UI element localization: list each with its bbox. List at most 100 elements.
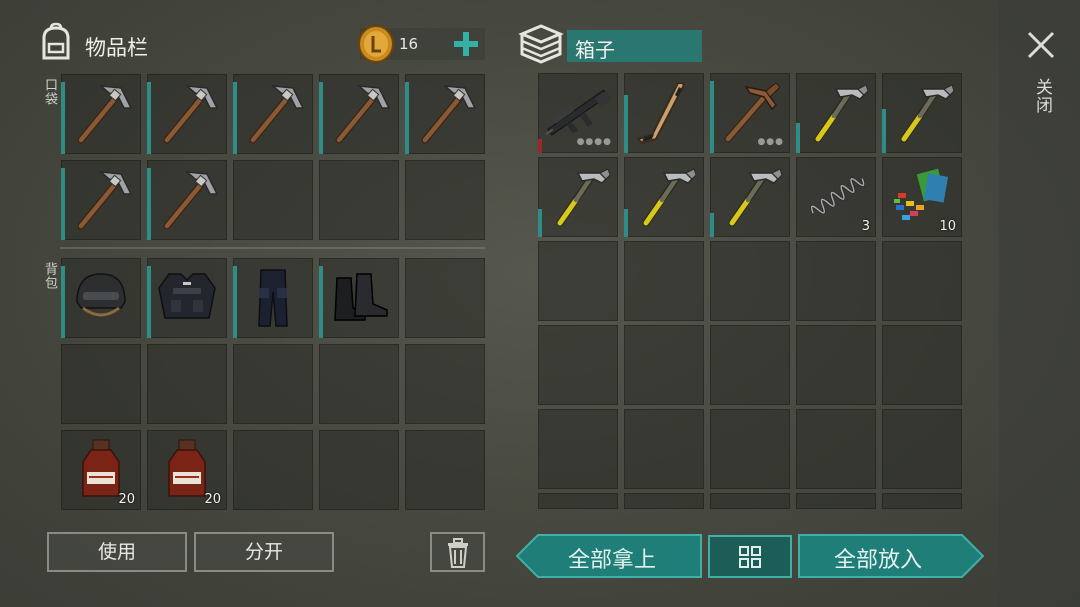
box-slot[interactable]: [796, 73, 876, 153]
box-slot-empty[interactable]: [538, 493, 618, 509]
inventory-title: 物品栏: [85, 36, 148, 60]
pocket-slot[interactable]: [319, 74, 399, 154]
helmet-icon: [61, 258, 141, 338]
box-slot-empty[interactable]: [796, 241, 876, 321]
backpack-slot[interactable]: 20: [147, 430, 227, 510]
backpack-slot[interactable]: [319, 258, 399, 338]
backpack-slot-empty[interactable]: [319, 344, 399, 424]
pocket-slot[interactable]: [405, 74, 485, 154]
pocket-slot-empty[interactable]: [405, 160, 485, 240]
hockey-stick-icon: [624, 73, 704, 153]
box-slot[interactable]: [624, 157, 704, 237]
hammer-icon: [538, 157, 618, 237]
boots-icon: [319, 258, 399, 338]
backpack-label: 背包: [42, 262, 57, 290]
box-slot[interactable]: [710, 157, 790, 237]
hammer-icon: [624, 157, 704, 237]
box-title: 箱子: [575, 38, 615, 62]
box-slot-empty[interactable]: [538, 325, 618, 405]
item-count: 20: [204, 492, 221, 507]
box-slot-empty[interactable]: [882, 325, 962, 405]
backpack-slot-empty[interactable]: [405, 258, 485, 338]
pocket-slot[interactable]: [61, 160, 141, 240]
box-slot-empty[interactable]: [796, 325, 876, 405]
box-slot[interactable]: 3: [796, 157, 876, 237]
box-slot-empty[interactable]: [710, 493, 790, 509]
pocket-slot[interactable]: [61, 74, 141, 154]
box-slot-empty[interactable]: [882, 493, 962, 509]
box-slot-empty[interactable]: [710, 241, 790, 321]
pockets-label: 口袋: [42, 78, 57, 106]
backpack-icon: [38, 22, 74, 62]
pocket-slot-empty[interactable]: [233, 160, 313, 240]
pickaxe-icon: [147, 160, 227, 240]
box-slot-empty[interactable]: [882, 409, 962, 489]
backpack-slot-empty[interactable]: [319, 430, 399, 510]
close-button[interactable]: 关闭: [1022, 28, 1060, 128]
box-slot-empty[interactable]: [710, 325, 790, 405]
pickaxe-icon: [233, 74, 313, 154]
box-slot[interactable]: ●●●: [710, 73, 790, 153]
box-slot-empty[interactable]: [624, 241, 704, 321]
ammo-dots-indicator: ●●●●: [576, 137, 612, 147]
pocket-slot[interactable]: [147, 74, 227, 154]
backpack-slot-empty[interactable]: [233, 430, 313, 510]
backpack-slot[interactable]: [61, 258, 141, 338]
backpack-slot-empty[interactable]: [147, 344, 227, 424]
grid-icon: [739, 546, 761, 568]
item-count: 3: [861, 219, 870, 234]
coin-count: 16: [399, 35, 419, 53]
pocket-slot[interactable]: [147, 160, 227, 240]
pickaxe-icon: [319, 74, 399, 154]
coin-icon: [356, 24, 396, 64]
box-slot-empty[interactable]: [796, 409, 876, 489]
item-count: 20: [118, 492, 135, 507]
add-coins-button[interactable]: [450, 28, 482, 60]
backpack-slot-empty[interactable]: [61, 344, 141, 424]
box-icon: [518, 22, 564, 64]
pickaxe-icon: [61, 160, 141, 240]
backpack-slot-empty[interactable]: [405, 344, 485, 424]
section-divider: [60, 247, 485, 249]
box-slot[interactable]: [624, 73, 704, 153]
backpack-slot-empty[interactable]: [233, 344, 313, 424]
sort-button[interactable]: [708, 535, 792, 578]
hammer-icon: [882, 73, 962, 153]
box-slot-empty[interactable]: [624, 409, 704, 489]
take-all-label: 全部拿上: [568, 548, 657, 573]
plus-icon: [454, 32, 478, 56]
trash-icon: [447, 538, 468, 568]
box-slot-empty[interactable]: [882, 241, 962, 321]
box-slot-empty[interactable]: [710, 409, 790, 489]
box-slot[interactable]: 10: [882, 157, 962, 237]
pocket-slot-empty[interactable]: [319, 160, 399, 240]
box-slot-empty[interactable]: [624, 325, 704, 405]
pocket-slot[interactable]: [233, 74, 313, 154]
box-slot[interactable]: [538, 157, 618, 237]
hammer-icon: [796, 73, 876, 153]
close-icon: [1027, 31, 1055, 59]
box-title-field[interactable]: 箱子: [567, 30, 702, 62]
box-slot[interactable]: [882, 73, 962, 153]
backpack-slot-empty[interactable]: [405, 430, 485, 510]
close-label: 关闭: [1032, 78, 1052, 114]
trash-button[interactable]: [430, 532, 485, 572]
box-slot-empty[interactable]: [538, 241, 618, 321]
backpack-slot[interactable]: 20: [61, 430, 141, 510]
backpack-slot[interactable]: [147, 258, 227, 338]
box-slot-empty[interactable]: [796, 493, 876, 509]
pickaxe-icon: [405, 74, 485, 154]
item-count: 10: [939, 219, 956, 234]
box-slot[interactable]: ●●●●: [538, 73, 618, 153]
pickaxe-icon: [147, 74, 227, 154]
hammer-icon: [710, 157, 790, 237]
box-slot-empty[interactable]: [624, 493, 704, 509]
put-all-label: 全部放入: [834, 548, 923, 573]
put-all-button[interactable]: 全部放入: [798, 534, 984, 578]
police-pants-icon: [233, 258, 313, 338]
split-button[interactable]: 分开: [194, 532, 334, 572]
box-slot-empty[interactable]: [538, 409, 618, 489]
use-button[interactable]: 使用: [47, 532, 187, 572]
take-all-button[interactable]: 全部拿上: [516, 534, 702, 578]
backpack-slot[interactable]: [233, 258, 313, 338]
